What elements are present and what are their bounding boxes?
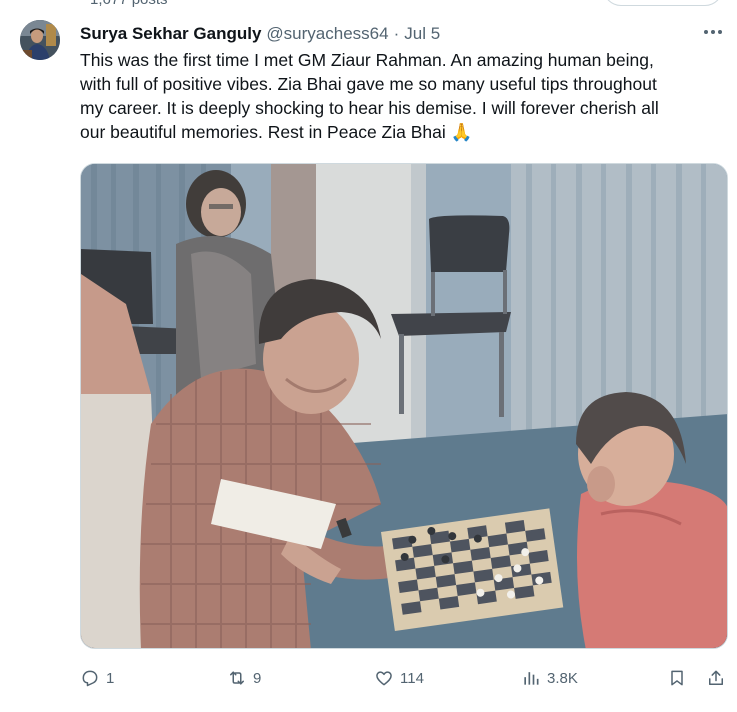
views-button[interactable]: 3.8K xyxy=(521,664,578,692)
tweet-date[interactable]: Jul 5 xyxy=(404,24,440,44)
tweet-text-line: This was the first time I met GM Ziaur R… xyxy=(80,50,654,70)
reply-count: 1 xyxy=(106,669,115,687)
tweet-actions: 1 9 114 3.8K xyxy=(80,664,728,692)
share-button[interactable] xyxy=(706,664,726,692)
avatar-image xyxy=(20,20,60,60)
author-name[interactable]: Surya Sekhar Ganguly xyxy=(80,24,261,44)
repost-button[interactable]: 9 xyxy=(227,664,261,692)
tweet-header: Surya Sekhar Ganguly @suryachess64 · Jul… xyxy=(80,24,440,44)
tweet-text-line: our beautiful memories. Rest in Peace Zi… xyxy=(80,122,473,142)
like-icon xyxy=(376,671,392,686)
avatar[interactable] xyxy=(20,20,60,60)
like-count: 114 xyxy=(400,669,424,687)
meta-separator: · xyxy=(393,24,400,43)
profile-header-strip: 1,677 posts xyxy=(0,0,737,12)
chess-photo-image xyxy=(81,164,727,648)
share-icon xyxy=(709,670,723,685)
header-button-edge[interactable] xyxy=(603,0,723,6)
bookmark-button[interactable] xyxy=(667,664,687,692)
tweet-text: This was the first time I met GM Ziaur R… xyxy=(80,48,728,144)
like-button[interactable]: 114 xyxy=(374,664,424,692)
bookmark-icon xyxy=(671,670,683,686)
author-handle[interactable]: @suryachess64 xyxy=(266,24,388,44)
tweet-photo[interactable] xyxy=(80,163,728,649)
more-icon[interactable] xyxy=(700,22,726,42)
reply-icon xyxy=(82,670,98,687)
tweet-text-line: with full of positive vibes. Zia Bhai ga… xyxy=(80,74,657,94)
repost-count: 9 xyxy=(253,669,262,687)
tweet-text-line: my career. It is deeply shocking to hear… xyxy=(80,98,659,118)
reply-button[interactable]: 1 xyxy=(80,664,114,692)
views-count: 3.8K xyxy=(547,669,578,687)
posts-count: 1,677 posts xyxy=(90,0,168,8)
views-icon xyxy=(524,672,539,685)
repost-icon xyxy=(230,671,244,685)
